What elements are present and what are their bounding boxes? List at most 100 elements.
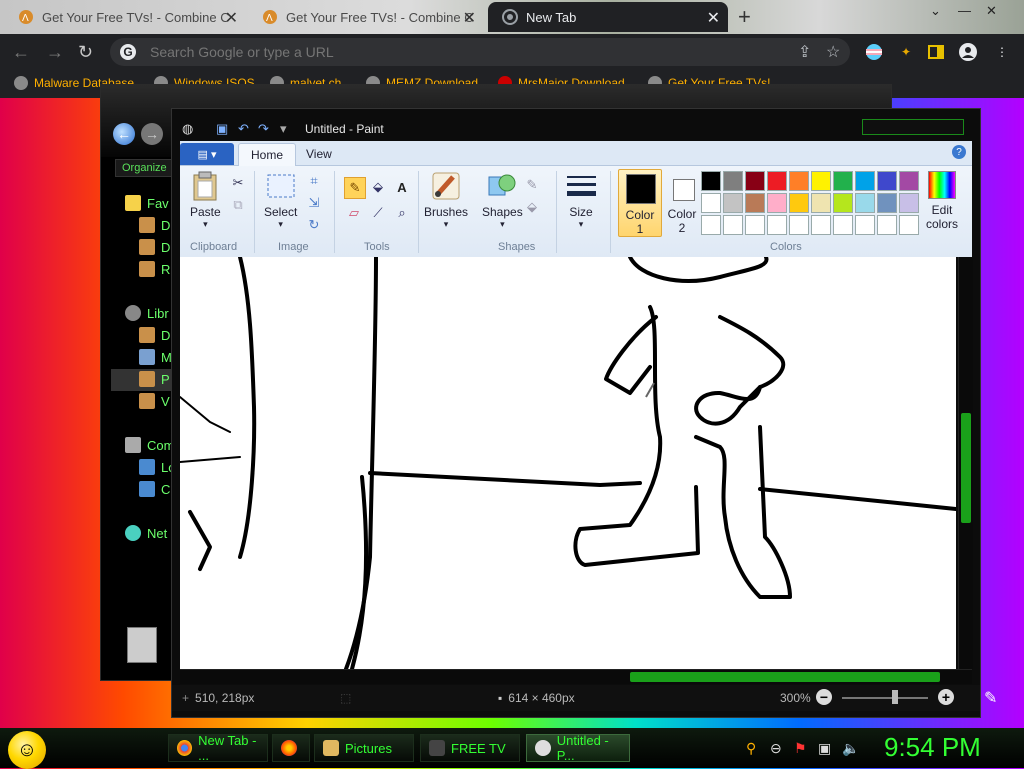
palette-swatch[interactable] bbox=[745, 171, 765, 191]
paint-app-icon[interactable]: ◍ bbox=[182, 121, 193, 137]
palette-swatch[interactable] bbox=[789, 171, 809, 191]
close-window-icon[interactable]: ✕ bbox=[986, 3, 997, 19]
menu-kebab-icon[interactable]: ⋮ bbox=[992, 42, 1012, 62]
size-button[interactable]: Size ▾ bbox=[566, 171, 596, 230]
taskbar-clock[interactable]: 9:54 PM bbox=[884, 732, 981, 763]
paste-button[interactable]: Paste ▾ bbox=[190, 171, 221, 230]
nav-favorites[interactable]: Fav bbox=[125, 195, 169, 211]
palette-swatch[interactable] bbox=[701, 215, 721, 235]
share-icon[interactable]: ⇪ bbox=[798, 42, 811, 62]
palette-swatch[interactable] bbox=[899, 171, 919, 191]
palette-swatch[interactable] bbox=[767, 171, 787, 191]
palette-swatch[interactable] bbox=[701, 193, 721, 213]
vertical-scroll-thumb[interactable] bbox=[961, 413, 971, 523]
zoom-slider-thumb[interactable] bbox=[892, 690, 898, 704]
browser-tab-2[interactable]: Λ Get Your Free TVs! - Combine C ✕ bbox=[248, 2, 484, 32]
profile-avatar-icon[interactable] bbox=[958, 42, 978, 62]
customize-qat-icon[interactable]: ▾ bbox=[280, 121, 287, 137]
save-icon[interactable]: ▣ bbox=[216, 121, 228, 137]
side-panel-icon[interactable] bbox=[926, 42, 946, 62]
shapes-button[interactable]: Shapes ▾ bbox=[482, 171, 523, 230]
magnifier-icon[interactable]: ⌕ bbox=[392, 203, 412, 223]
taskbar-chrome[interactable]: New Tab - ... bbox=[168, 733, 268, 763]
palette-swatch[interactable] bbox=[855, 193, 875, 213]
cut-scissors-icon[interactable]: ✂ bbox=[228, 173, 248, 193]
address-bar[interactable]: G bbox=[110, 38, 850, 66]
nav-computer[interactable]: Com bbox=[125, 437, 174, 453]
nav-item[interactable]: D bbox=[139, 239, 170, 255]
zoom-in-button[interactable]: + bbox=[938, 689, 954, 705]
outline-icon[interactable]: ✎ bbox=[522, 175, 542, 195]
palette-swatch[interactable] bbox=[701, 171, 721, 191]
bookmark-star-icon[interactable]: ☆ bbox=[826, 42, 840, 62]
nav-item[interactable]: Lo bbox=[139, 459, 175, 475]
brushes-button[interactable]: Brushes ▾ bbox=[424, 171, 468, 230]
crop-icon[interactable]: ⌗ bbox=[304, 171, 324, 191]
nav-libraries[interactable]: Libr bbox=[125, 305, 169, 321]
edit-colors-button[interactable]: Edit colors bbox=[920, 169, 964, 239]
minus-circle-icon[interactable]: ⊖ bbox=[770, 740, 782, 757]
browser-tab-1[interactable]: Λ Get Your Free TVs! - Combine C ✕ bbox=[4, 2, 246, 32]
nav-item[interactable]: C bbox=[139, 481, 170, 497]
palette-swatch[interactable] bbox=[723, 193, 743, 213]
palette-swatch[interactable] bbox=[899, 193, 919, 213]
horizontal-scroll-thumb[interactable] bbox=[630, 672, 940, 682]
tab-view[interactable]: View bbox=[294, 143, 344, 165]
forward-arrow-icon[interactable]: → bbox=[141, 123, 163, 145]
palette-swatch[interactable] bbox=[899, 215, 919, 235]
action-center-flag-icon[interactable]: ⚑ bbox=[794, 740, 807, 757]
palette-swatch[interactable] bbox=[723, 215, 743, 235]
back-arrow-icon[interactable]: ← bbox=[12, 42, 30, 63]
color2-button[interactable]: Color 2 bbox=[664, 169, 700, 235]
select-button[interactable]: Select ▾ bbox=[264, 171, 297, 230]
file-thumbnail-icon[interactable] bbox=[127, 627, 157, 663]
palette-swatch[interactable] bbox=[855, 171, 875, 191]
organize-button[interactable]: Organize bbox=[115, 159, 174, 177]
reload-icon[interactable]: ↻ bbox=[78, 42, 93, 63]
taskbar-free-tv[interactable]: FREE TV bbox=[420, 734, 520, 762]
omnibox-input[interactable] bbox=[148, 43, 752, 61]
color-picker-icon[interactable]: ⟋ bbox=[368, 203, 388, 223]
palette-swatch[interactable] bbox=[877, 171, 897, 191]
palette-swatch[interactable] bbox=[789, 215, 809, 235]
nav-item[interactable]: M bbox=[139, 349, 172, 365]
file-menu-button[interactable]: ▤ ▾ bbox=[180, 143, 234, 165]
copy-icon[interactable]: ⧉ bbox=[228, 195, 248, 215]
minimize-icon[interactable]: — bbox=[958, 3, 971, 18]
palette-swatch[interactable] bbox=[833, 171, 853, 191]
window-controls[interactable] bbox=[862, 119, 964, 135]
drawing-canvas[interactable] bbox=[180, 257, 956, 669]
palette-swatch[interactable] bbox=[877, 215, 897, 235]
nav-network[interactable]: Net bbox=[125, 525, 167, 541]
horizontal-scrollbar[interactable] bbox=[180, 669, 972, 684]
network-icon[interactable]: ▣ bbox=[818, 740, 831, 757]
palette-swatch[interactable] bbox=[811, 193, 831, 213]
taskbar-firefox[interactable] bbox=[272, 734, 310, 762]
vertical-scrollbar[interactable] bbox=[958, 257, 973, 669]
palette-swatch[interactable] bbox=[745, 193, 765, 213]
resize-icon[interactable]: ⇲ bbox=[304, 193, 324, 213]
nav-item[interactable]: R bbox=[139, 261, 170, 277]
new-tab-button[interactable]: + bbox=[738, 4, 751, 30]
eraser-icon[interactable]: ▱ bbox=[344, 203, 364, 223]
palette-swatch[interactable] bbox=[723, 171, 743, 191]
palette-swatch[interactable] bbox=[811, 215, 831, 235]
palette-swatch[interactable] bbox=[745, 215, 765, 235]
redo-icon[interactable]: ↷ bbox=[258, 121, 269, 137]
rotate-icon[interactable]: ↻ bbox=[304, 215, 324, 235]
profile-flag-icon[interactable] bbox=[864, 42, 884, 62]
tab-home[interactable]: Home bbox=[238, 143, 297, 166]
text-tool-icon[interactable]: A bbox=[392, 177, 412, 197]
nav-item[interactable]: D bbox=[139, 217, 170, 233]
palette-swatch[interactable] bbox=[833, 193, 853, 213]
help-icon[interactable]: ? bbox=[952, 145, 966, 159]
palette-swatch[interactable] bbox=[877, 193, 897, 213]
back-arrow-icon[interactable]: ← bbox=[113, 123, 135, 145]
extensions-puzzle-icon[interactable]: ✦ bbox=[896, 42, 916, 62]
forward-arrow-icon[interactable]: → bbox=[46, 42, 64, 63]
volume-icon[interactable]: 🔈 bbox=[842, 740, 859, 757]
fill-bucket-icon[interactable]: ⬙ bbox=[368, 177, 388, 197]
taskbar-pictures[interactable]: Pictures bbox=[314, 734, 414, 762]
palette-swatch[interactable] bbox=[767, 215, 787, 235]
zoom-slider[interactable] bbox=[842, 697, 928, 699]
